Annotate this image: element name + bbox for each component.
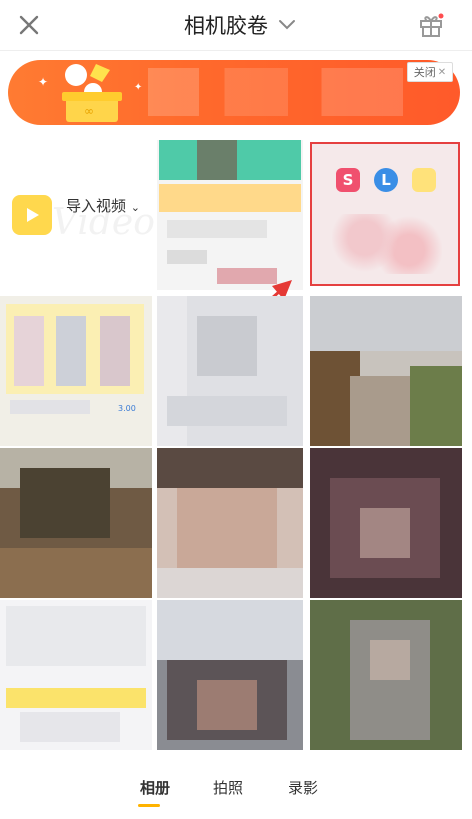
tab-indicator	[138, 804, 160, 807]
price-label: 3.00	[118, 404, 136, 413]
photo-thumbnail[interactable]	[310, 600, 462, 750]
tab-video[interactable]: 录影	[288, 777, 318, 798]
app-icon-s: S	[336, 168, 360, 192]
chevron-down-icon	[278, 16, 296, 35]
promo-banner[interactable]: ✦ ✦ ∞	[8, 60, 460, 125]
app-icon-note	[412, 168, 436, 192]
import-video-text: 导入视频	[66, 197, 127, 215]
photo-thumbnail[interactable]	[157, 600, 303, 750]
photo-thumbnail[interactable]: 3.00	[0, 296, 152, 446]
chevron-down-icon: ⌄	[130, 201, 141, 214]
close-icon: ✕	[437, 66, 447, 78]
svg-text:✦: ✦	[38, 75, 48, 89]
banner-close-button[interactable]: 关闭 ✕	[407, 62, 453, 82]
banner-text-blurred	[148, 68, 403, 116]
photo-thumbnail[interactable]	[157, 448, 303, 598]
photo-thumbnail[interactable]	[157, 296, 303, 446]
import-video-label[interactable]: 导入视频 ⌄	[66, 195, 140, 216]
tab-album[interactable]: 相册	[140, 777, 170, 798]
photo-thumbnail[interactable]	[157, 140, 303, 290]
photo-thumbnail[interactable]	[310, 448, 462, 598]
photo-thumbnail[interactable]	[0, 448, 152, 598]
close-icon[interactable]	[14, 10, 44, 40]
app-letter: S	[342, 171, 354, 189]
tab-photo[interactable]: 拍照	[213, 777, 243, 798]
treasure-box-icon: ✦ ✦ ∞	[38, 64, 142, 122]
play-icon	[12, 195, 52, 235]
svg-text:∞: ∞	[84, 104, 94, 118]
highlighted-screenshot-tile[interactable]: S L	[310, 142, 460, 286]
app-icon-l: L	[374, 168, 398, 192]
blurred-area	[332, 214, 442, 274]
page-title: 相机胶卷	[184, 14, 268, 38]
gift-icon[interactable]	[416, 10, 446, 40]
photo-thumbnail[interactable]	[0, 600, 152, 750]
app-letter: L	[381, 171, 391, 189]
photo-thumbnail[interactable]	[310, 296, 462, 446]
album-selector[interactable]: 相机胶卷	[160, 8, 320, 42]
banner-close-label: 关闭	[413, 66, 436, 79]
svg-text:✦: ✦	[134, 82, 142, 93]
bottom-tab-bar: 相册 拍照 录影	[0, 761, 472, 819]
header-bar: 相机胶卷	[0, 0, 472, 51]
